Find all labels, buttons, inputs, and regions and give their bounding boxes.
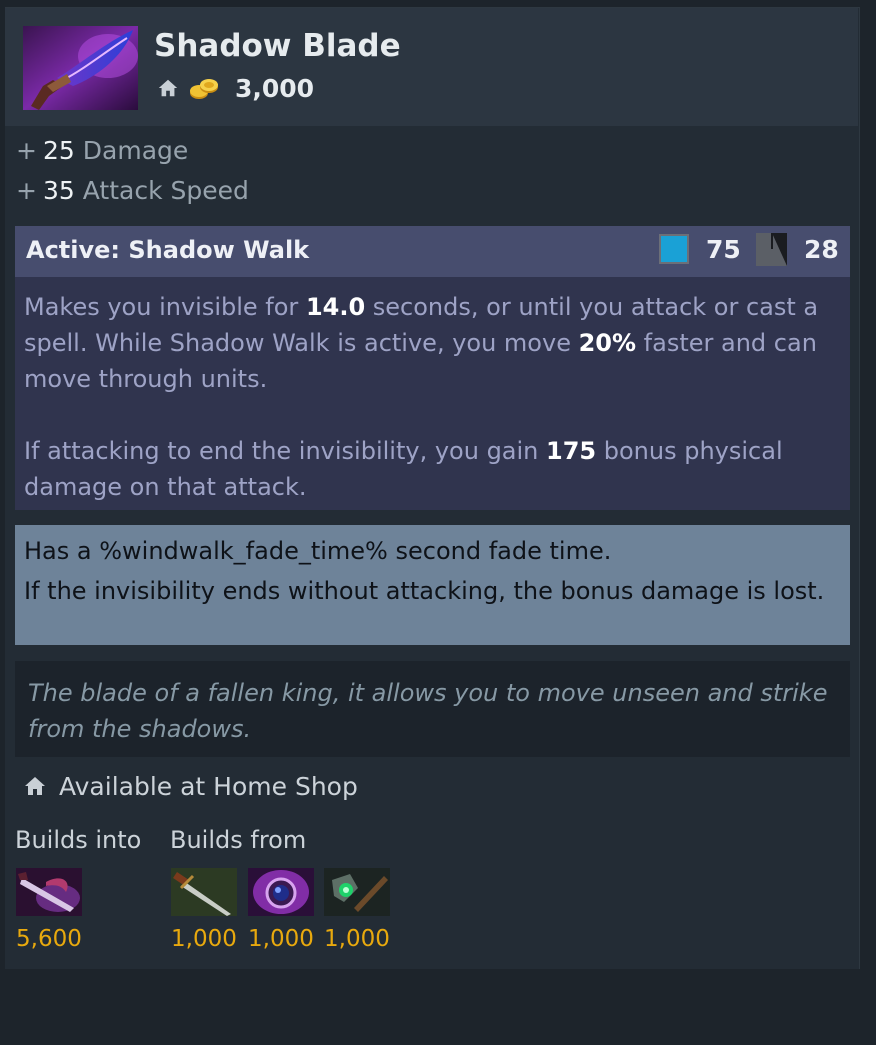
builds-into-label: Builds into bbox=[15, 826, 142, 854]
claymore-icon[interactable] bbox=[171, 868, 237, 916]
shadow-amulet-icon[interactable] bbox=[248, 868, 314, 916]
item-tooltip: Shadow Blade 3,000 +25 Damage +35 Attack S… bbox=[5, 7, 860, 969]
quarterstaff-icon[interactable] bbox=[324, 868, 390, 916]
desc-value: 20% bbox=[578, 329, 637, 357]
stat-value: 35 bbox=[42, 176, 75, 205]
gold-coins-icon bbox=[190, 79, 218, 99]
active-desc-paragraph-1: Makes you invisible for 14.0 seconds, or… bbox=[24, 289, 836, 397]
lore-text: The blade of a fallen king, it allows yo… bbox=[15, 661, 850, 757]
home-shop-icon bbox=[158, 79, 178, 97]
mana-cost-icon bbox=[659, 234, 689, 264]
claymore-cost: 1,000 bbox=[171, 926, 237, 952]
availability-text: Available at Home Shop bbox=[59, 771, 358, 801]
desc-value: 175 bbox=[546, 437, 597, 465]
note-bonus-lost: If the invisibility ends without attacki… bbox=[24, 577, 825, 605]
item-cost: 3,000 bbox=[235, 73, 315, 103]
shadow-blade-icon bbox=[23, 26, 138, 110]
stat-sign: + bbox=[16, 176, 37, 205]
availability-row: Available at Home Shop bbox=[23, 768, 358, 804]
active-ability-description: Makes you invisible for 14.0 seconds, or… bbox=[15, 277, 850, 510]
desc-text: Makes you invisible for bbox=[24, 293, 306, 321]
note-fade-time: Has a %windwalk_fade_time% second fade t… bbox=[24, 537, 612, 565]
stat-sign: + bbox=[16, 136, 37, 165]
tooltip-header: Shadow Blade 3,000 bbox=[5, 8, 858, 126]
stat-value: 25 bbox=[42, 136, 75, 165]
notes-box: Has a %windwalk_fade_time% second fade t… bbox=[15, 525, 850, 645]
cooldown-value: 28 bbox=[804, 235, 839, 264]
item-cost-row: 3,000 bbox=[157, 70, 314, 106]
active-desc-paragraph-2: If attacking to end the invisibility, yo… bbox=[24, 433, 836, 505]
active-ability-name: Active: Shadow Walk bbox=[26, 236, 310, 264]
desc-value: 14.0 bbox=[305, 293, 366, 321]
cooldown-icon bbox=[756, 233, 787, 266]
stat-damage: +25 Damage bbox=[16, 136, 188, 165]
desc-text: If attacking to end the invisibility, yo… bbox=[24, 437, 547, 465]
active-ability-header: Active: Shadow Walk 75 28 bbox=[15, 226, 850, 277]
builds-from-label: Builds from bbox=[170, 826, 307, 854]
stat-label: Damage bbox=[82, 136, 189, 165]
home-shop-icon bbox=[25, 777, 45, 795]
quarterstaff-cost: 1,000 bbox=[324, 926, 390, 952]
silver-edge-cost: 5,600 bbox=[16, 926, 82, 952]
mana-cost-value: 75 bbox=[706, 235, 741, 264]
stat-attack-speed: +35 Attack Speed bbox=[16, 176, 249, 205]
item-title: Shadow Blade bbox=[154, 28, 401, 64]
shadow-amulet-cost: 1,000 bbox=[248, 926, 314, 952]
stat-label: Attack Speed bbox=[82, 176, 249, 205]
silver-edge-icon[interactable] bbox=[16, 868, 82, 916]
